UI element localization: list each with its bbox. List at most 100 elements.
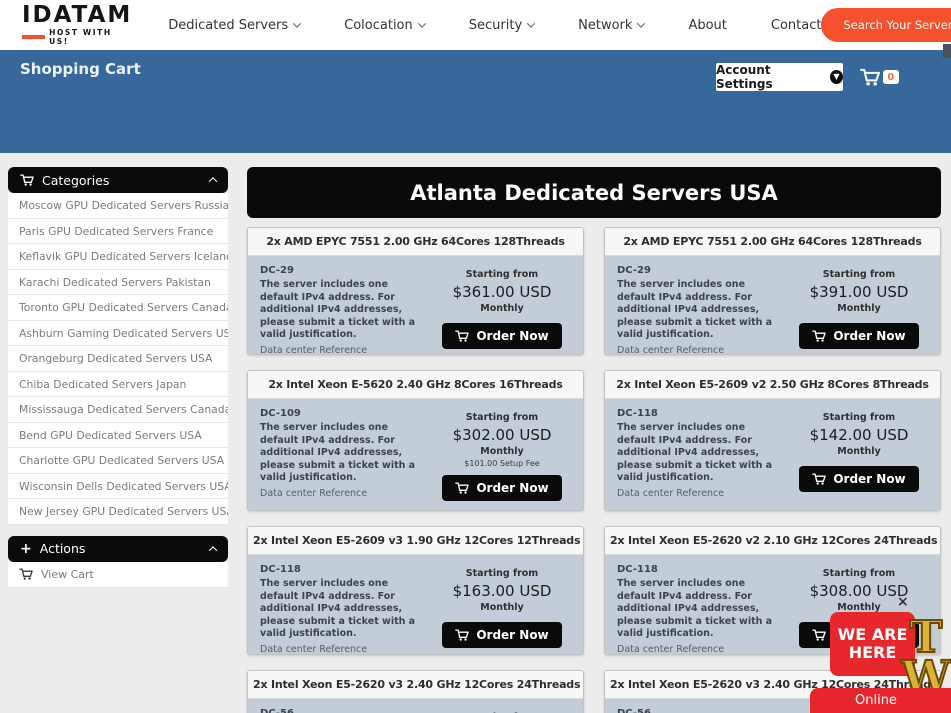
nav-label: Contact (771, 18, 822, 33)
server-title: 2x AMD EPYC 7551 2.00 GHz 64Cores 128Thr… (605, 228, 940, 256)
site-logo[interactable]: IDATAM HOST WITH US! (22, 4, 132, 46)
server-info: DC-29 The server includes one default IP… (260, 264, 433, 346)
nav-label: Dedicated Servers (168, 18, 288, 33)
sidebar-item-keflavik[interactable]: Keflavik GPU Dedicated Servers Iceland (8, 244, 228, 270)
sidebar-item-ashburn[interactable]: Ashburn Gaming Dedicated Servers USA (8, 321, 228, 347)
server-title: 2x Intel Xeon E5-2620 v2 2.10 GHz 12Core… (605, 527, 940, 555)
we-are-here-line2: HERE (849, 644, 897, 662)
nav-colocation[interactable]: Colocation (344, 18, 425, 33)
plus-icon: + (20, 542, 32, 556)
cart-icon (812, 330, 826, 342)
price-value: $361.00 USD (433, 283, 571, 301)
cart-count-badge: 0 (883, 70, 899, 84)
sidebar-item-mississauga[interactable]: Mississauga Dedicated Servers Canada (8, 397, 228, 423)
billing-period: Monthly (790, 303, 928, 314)
cart-indicator[interactable]: 0 (860, 68, 899, 86)
sidebar-item-chiba[interactable]: Chiba Dedicated Servers Japan (8, 372, 228, 398)
datacenter-reference-link[interactable]: Data center Reference (617, 644, 784, 654)
server-info: DC-56 The server includes one default IP… (260, 707, 433, 713)
billing-period: Monthly (790, 446, 928, 457)
billing-period: Monthly (433, 446, 571, 457)
price-block: Starting from Monthly (433, 707, 571, 713)
close-icon[interactable]: × (897, 594, 909, 610)
cart-icon (20, 174, 34, 186)
nav-label: About (688, 18, 726, 33)
sidebar-item-orangeburg[interactable]: Orangeburg Dedicated Servers USA (8, 346, 228, 372)
setup-fee: $101.00 Setup Fee (433, 459, 571, 468)
price-value: $163.00 USD (433, 582, 571, 600)
datacenter-code: DC-109 (260, 407, 427, 420)
datacenter-reference-link[interactable]: Data center Reference (617, 345, 784, 354)
server-title: 2x Intel Xeon E5-2609 v2 2.50 GHz 8Cores… (605, 371, 940, 399)
starting-from-label: Starting from (790, 412, 928, 423)
server-description: The server includes one default IPv4 add… (617, 279, 784, 342)
nav-network[interactable]: Network (578, 18, 644, 33)
scrollbar-thumb[interactable] (943, 44, 951, 58)
nav-dedicated-servers[interactable]: Dedicated Servers (168, 18, 300, 33)
actions-title: Actions (40, 541, 86, 556)
sidebar-item-new-jersey[interactable]: New Jersey GPU Dedicated Servers USA (8, 499, 228, 525)
nav-about[interactable]: About (688, 18, 726, 33)
order-now-button[interactable]: Order Now (442, 475, 561, 501)
sidebar-item-bend[interactable]: Bend GPU Dedicated Servers USA (8, 423, 228, 449)
server-description: The server includes one default IPv4 add… (617, 422, 784, 485)
order-now-label: Order Now (476, 329, 548, 343)
server-info: DC-109 The server includes one default I… (260, 407, 433, 502)
server-card: 2x AMD EPYC 7551 2.00 GHz 64Cores 128Thr… (247, 227, 584, 355)
server-info: DC-56 The server includes one default IP… (617, 707, 790, 713)
order-now-button[interactable]: Order Now (442, 323, 561, 349)
chevron-down-icon (637, 19, 645, 27)
sidebar-item-charlotte[interactable]: Charlotte GPU Dedicated Servers USA (8, 448, 228, 474)
server-title: 2x Intel Xeon E5-2620 v3 2.40 GHz 12Core… (248, 671, 583, 699)
server-info: DC-118 The server includes one default I… (617, 407, 790, 502)
datacenter-code: DC-29 (617, 264, 784, 277)
order-now-label: Order Now (833, 329, 905, 343)
datacenter-reference-link[interactable]: Data center Reference (617, 488, 784, 501)
server-description: The server includes one default IPv4 add… (260, 279, 427, 342)
price-value: $302.00 USD (433, 426, 571, 444)
starting-from-label: Starting from (790, 269, 928, 280)
sidebar-item-moscow[interactable]: Moscow GPU Dedicated Servers Russia (8, 193, 228, 219)
price-block: Starting from $302.00 USD Monthly $101.0… (433, 407, 571, 502)
chevron-down-icon (293, 19, 301, 27)
price-value: $142.00 USD (790, 426, 928, 444)
starting-from-label: Starting from (790, 568, 928, 579)
categories-title: Categories (42, 173, 109, 188)
server-title: 2x Intel Xeon E5-2609 v3 1.90 GHz 12Core… (248, 527, 583, 555)
cart-icon (19, 568, 33, 580)
nav-label: Network (578, 18, 632, 33)
datacenter-reference-link[interactable]: Data center Reference (260, 345, 427, 354)
datacenter-reference-link[interactable]: Data center Reference (260, 644, 427, 654)
order-now-label: Order Now (476, 481, 548, 495)
logo-tagline: HOST WITH US! (49, 28, 132, 46)
search-server-location-button[interactable]: Search Your Server Location (821, 8, 951, 42)
order-now-button[interactable]: Order Now (442, 622, 561, 648)
order-now-label: Order Now (476, 628, 548, 642)
actions-header[interactable]: + Actions (8, 536, 228, 562)
server-card: 2x Intel Xeon E-5620 2.40 GHz 8Cores 16T… (247, 370, 584, 511)
view-cart-link[interactable]: View Cart (8, 562, 228, 588)
logo-text: IDATAM (22, 4, 132, 27)
cart-icon (455, 330, 469, 342)
nav-contact[interactable]: Contact (771, 18, 822, 33)
sidebar-item-paris[interactable]: Paris GPU Dedicated Servers France (8, 219, 228, 245)
categories-header[interactable]: Categories (8, 167, 228, 193)
server-info: DC-118 The server includes one default I… (260, 563, 433, 646)
starting-from-label: Starting from (433, 269, 571, 280)
order-now-button[interactable]: Order Now (799, 466, 918, 492)
starting-from-label: Starting from (433, 412, 571, 423)
sidebar-item-karachi[interactable]: Karachi Dedicated Servers Pakistan (8, 270, 228, 296)
datacenter-code: DC-118 (617, 407, 784, 420)
chevron-down-icon (418, 19, 426, 27)
nav-security[interactable]: Security (469, 18, 534, 33)
chevron-up-icon (209, 177, 217, 185)
cart-icon (455, 629, 469, 641)
arrow-down-circle-icon: ▼ (830, 70, 843, 84)
order-now-button[interactable]: Order Now (799, 323, 918, 349)
chat-online-tab[interactable]: Online (810, 688, 951, 713)
sidebar-item-wisconsin-dells[interactable]: Wisconsin Dells Dedicated Servers USA (8, 474, 228, 500)
sidebar-item-toronto[interactable]: Toronto GPU Dedicated Servers Canada (8, 295, 228, 321)
datacenter-reference-link[interactable]: Data center Reference (260, 488, 427, 501)
server-info: DC-29 The server includes one default IP… (617, 264, 790, 346)
account-settings-button[interactable]: Account Settings ▼ (716, 63, 843, 91)
